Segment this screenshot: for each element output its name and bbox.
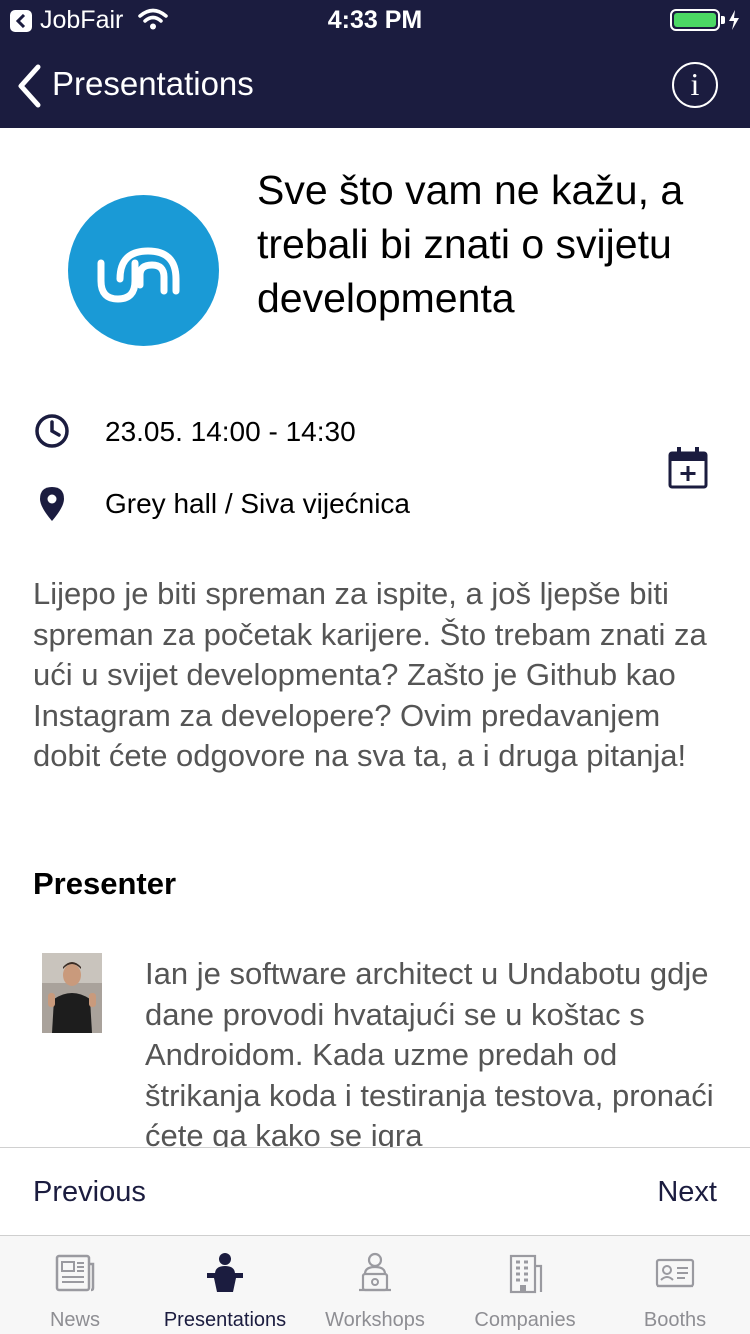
tab-presentations-label: Presentations — [163, 1309, 287, 1331]
top-bar: JobFair 4:33 PM Presentations i — [0, 0, 750, 128]
tab-news-label: News — [49, 1309, 100, 1331]
presentation-title: Sve što vam ne kažu, a trebali bi znati … — [257, 167, 684, 321]
presenter-avatar[interactable] — [42, 953, 102, 1033]
charging-icon — [728, 9, 740, 36]
podium-icon — [207, 1253, 243, 1292]
next-button[interactable]: Next — [657, 1176, 717, 1209]
chevron-left-icon — [18, 64, 41, 108]
presenter-heading: Presenter — [33, 866, 177, 901]
tab-bar: News Presentations Workshops Companies B… — [0, 1235, 750, 1334]
tab-booths[interactable]: Booths — [600, 1236, 750, 1334]
workshop-icon — [359, 1252, 391, 1292]
location-pin-icon — [40, 487, 64, 521]
tab-news[interactable]: News — [0, 1236, 150, 1334]
tab-companies-label: Companies — [474, 1309, 576, 1331]
status-bar: JobFair 4:33 PM — [0, 0, 750, 40]
add-to-calendar-icon[interactable] — [667, 446, 709, 490]
pager: Previous Next — [0, 1147, 750, 1235]
previous-button[interactable]: Previous — [33, 1176, 146, 1209]
datetime-row: 23.05. 14:00 - 14:30 — [34, 413, 654, 453]
battery-icon — [670, 9, 720, 31]
clock-icon — [35, 414, 69, 448]
booth-icon — [655, 1258, 695, 1288]
battery-tip — [721, 16, 725, 24]
presentation-datetime: 23.05. 14:00 - 14:30 — [105, 416, 356, 447]
info-icon[interactable]: i — [672, 62, 718, 108]
back-button-label: Presentations — [52, 65, 254, 102]
back-button[interactable]: Presentations — [16, 62, 276, 110]
presentation-location: Grey hall / Siva vijećnica — [105, 488, 411, 519]
location-row: Grey hall / Siva vijećnica — [34, 485, 654, 525]
battery-level — [674, 13, 716, 27]
tab-booths-label: Booths — [643, 1309, 707, 1331]
tab-workshops-label: Workshops — [325, 1309, 425, 1331]
presenter-bio: Ian je software architect u Undabotu gdj… — [145, 956, 714, 1147]
clock-time: 4:33 PM — [327, 6, 423, 34]
building-icon — [509, 1254, 543, 1294]
tab-companies[interactable]: Companies — [450, 1236, 600, 1334]
tab-workshops[interactable]: Workshops — [300, 1236, 450, 1334]
presentation-description: Lijepo je biti spreman za ispite, a još … — [33, 576, 707, 773]
company-logo — [68, 195, 219, 346]
tab-presentations[interactable]: Presentations — [150, 1236, 300, 1334]
newspaper-icon — [55, 1254, 95, 1292]
